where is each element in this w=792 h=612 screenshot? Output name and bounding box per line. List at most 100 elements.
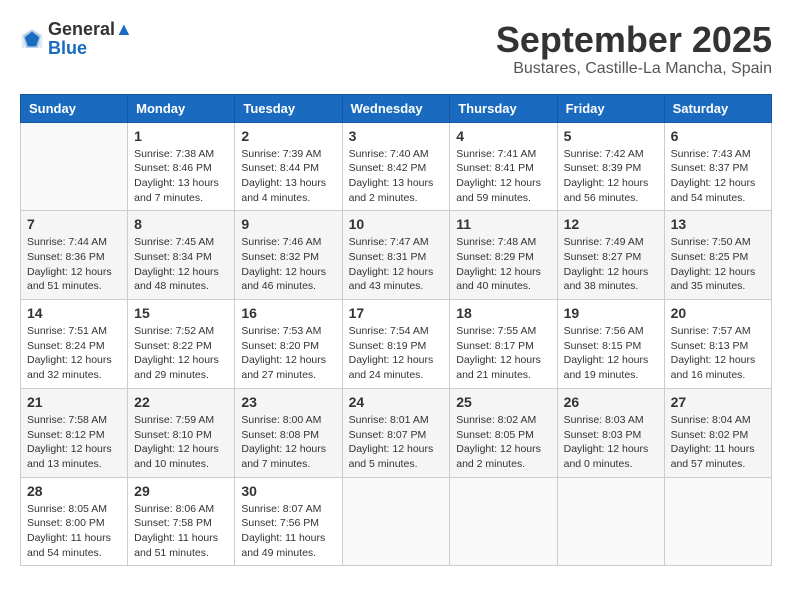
month-title: September 2025 <box>496 20 772 60</box>
day-number: 6 <box>671 128 765 144</box>
day-info: Sunrise: 8:04 AM Sunset: 8:02 PM Dayligh… <box>671 413 765 472</box>
table-row: 27 Sunrise: 8:04 AM Sunset: 8:02 PM Dayli… <box>664 388 771 477</box>
day-number: 7 <box>27 216 121 232</box>
day-number: 5 <box>564 128 658 144</box>
table-row: 12 Sunrise: 7:49 AM Sunset: 8:27 PM Dayli… <box>557 211 664 300</box>
table-row <box>342 477 450 566</box>
logo: General▲ Blue <box>20 20 133 59</box>
calendar-header-row: Sunday Monday Tuesday Wednesday Thursday… <box>21 94 772 122</box>
day-info: Sunrise: 7:58 AM Sunset: 8:12 PM Dayligh… <box>27 413 121 472</box>
calendar-week-row: 7 Sunrise: 7:44 AM Sunset: 8:36 PM Daylig… <box>21 211 772 300</box>
logo-text-block: General▲ Blue <box>48 20 133 59</box>
col-friday: Friday <box>557 94 664 122</box>
table-row: 10 Sunrise: 7:47 AM Sunset: 8:31 PM Dayli… <box>342 211 450 300</box>
table-row: 17Sunrise: 7:54 AM Sunset: 8:19 PM Dayli… <box>342 300 450 389</box>
table-row: 11 Sunrise: 7:48 AM Sunset: 8:29 PM Dayli… <box>450 211 557 300</box>
table-row: 24 Sunrise: 8:01 AM Sunset: 8:07 PM Dayli… <box>342 388 450 477</box>
location-subtitle: Bustares, Castille-La Mancha, Spain <box>496 60 772 78</box>
day-info: Sunrise: 7:42 AM Sunset: 8:39 PM Dayligh… <box>564 147 658 206</box>
col-wednesday: Wednesday <box>342 94 450 122</box>
day-number: 10 <box>349 216 444 232</box>
table-row <box>664 477 771 566</box>
day-info: Sunrise: 8:07 AM Sunset: 7:56 PM Dayligh… <box>241 502 335 561</box>
col-saturday: Saturday <box>664 94 771 122</box>
day-info: Sunrise: 7:49 AM Sunset: 8:27 PM Dayligh… <box>564 235 658 294</box>
day-number: 4 <box>456 128 550 144</box>
page-header: General▲ Blue September 2025 Bustares, C… <box>20 20 772 78</box>
calendar-week-row: 1Sunrise: 7:38 AM Sunset: 8:46 PM Daylig… <box>21 122 772 211</box>
day-info: Sunrise: 7:44 AM Sunset: 8:36 PM Dayligh… <box>27 235 121 294</box>
day-info: Sunrise: 7:47 AM Sunset: 8:31 PM Dayligh… <box>349 235 444 294</box>
day-number: 25 <box>456 394 550 410</box>
day-info: Sunrise: 7:53 AM Sunset: 8:20 PM Dayligh… <box>241 324 335 383</box>
table-row: 5 Sunrise: 7:42 AM Sunset: 8:39 PM Daylig… <box>557 122 664 211</box>
day-info: Sunrise: 7:51 AM Sunset: 8:24 PM Dayligh… <box>27 324 121 383</box>
day-info: Sunrise: 7:41 AM Sunset: 8:41 PM Dayligh… <box>456 147 550 206</box>
logo-general: General <box>48 19 115 39</box>
day-info: Sunrise: 7:46 AM Sunset: 8:32 PM Dayligh… <box>241 235 335 294</box>
day-number: 15 <box>134 305 228 321</box>
table-row: 18 Sunrise: 7:55 AM Sunset: 8:17 PM Dayli… <box>450 300 557 389</box>
table-row: 2Sunrise: 7:39 AM Sunset: 8:44 PM Daylig… <box>235 122 342 211</box>
day-info: Sunrise: 7:55 AM Sunset: 8:17 PM Dayligh… <box>456 324 550 383</box>
col-thursday: Thursday <box>450 94 557 122</box>
day-number: 30 <box>241 483 335 499</box>
table-row: 16 Sunrise: 7:53 AM Sunset: 8:20 PM Dayli… <box>235 300 342 389</box>
table-row: 23Sunrise: 8:00 AM Sunset: 8:08 PM Dayli… <box>235 388 342 477</box>
day-number: 11 <box>456 216 550 232</box>
table-row: 3 Sunrise: 7:40 AM Sunset: 8:42 PM Daylig… <box>342 122 450 211</box>
table-row <box>21 122 128 211</box>
logo-icon <box>20 27 44 51</box>
day-number: 9 <box>241 216 335 232</box>
col-monday: Monday <box>128 94 235 122</box>
day-number: 27 <box>671 394 765 410</box>
day-info: Sunrise: 8:02 AM Sunset: 8:05 PM Dayligh… <box>456 413 550 472</box>
table-row: 4 Sunrise: 7:41 AM Sunset: 8:41 PM Daylig… <box>450 122 557 211</box>
calendar-week-row: 28Sunrise: 8:05 AM Sunset: 8:00 PM Dayli… <box>21 477 772 566</box>
table-row: 26Sunrise: 8:03 AM Sunset: 8:03 PM Dayli… <box>557 388 664 477</box>
calendar-week-row: 21Sunrise: 7:58 AM Sunset: 8:12 PM Dayli… <box>21 388 772 477</box>
table-row: 13Sunrise: 7:50 AM Sunset: 8:25 PM Dayli… <box>664 211 771 300</box>
table-row: 15 Sunrise: 7:52 AM Sunset: 8:22 PM Dayli… <box>128 300 235 389</box>
day-number: 17 <box>349 305 444 321</box>
day-info: Sunrise: 8:06 AM Sunset: 7:58 PM Dayligh… <box>134 502 228 561</box>
table-row: 28Sunrise: 8:05 AM Sunset: 8:00 PM Dayli… <box>21 477 128 566</box>
day-number: 22 <box>134 394 228 410</box>
day-number: 18 <box>456 305 550 321</box>
table-row: 21Sunrise: 7:58 AM Sunset: 8:12 PM Dayli… <box>21 388 128 477</box>
day-info: Sunrise: 7:38 AM Sunset: 8:46 PM Dayligh… <box>134 147 228 206</box>
day-info: Sunrise: 7:45 AM Sunset: 8:34 PM Dayligh… <box>134 235 228 294</box>
day-info: Sunrise: 7:43 AM Sunset: 8:37 PM Dayligh… <box>671 147 765 206</box>
day-info: Sunrise: 7:57 AM Sunset: 8:13 PM Dayligh… <box>671 324 765 383</box>
logo-blue: Blue <box>48 38 133 59</box>
table-row: 29Sunrise: 8:06 AM Sunset: 7:58 PM Dayli… <box>128 477 235 566</box>
day-number: 16 <box>241 305 335 321</box>
day-info: Sunrise: 7:52 AM Sunset: 8:22 PM Dayligh… <box>134 324 228 383</box>
table-row: 20 Sunrise: 7:57 AM Sunset: 8:13 PM Dayli… <box>664 300 771 389</box>
day-number: 12 <box>564 216 658 232</box>
day-number: 24 <box>349 394 444 410</box>
day-number: 2 <box>241 128 335 144</box>
table-row: 25 Sunrise: 8:02 AM Sunset: 8:05 PM Dayli… <box>450 388 557 477</box>
day-info: Sunrise: 8:05 AM Sunset: 8:00 PM Dayligh… <box>27 502 121 561</box>
table-row: 8 Sunrise: 7:45 AM Sunset: 8:34 PM Daylig… <box>128 211 235 300</box>
col-tuesday: Tuesday <box>235 94 342 122</box>
day-number: 3 <box>349 128 444 144</box>
table-row: 6 Sunrise: 7:43 AM Sunset: 8:37 PM Daylig… <box>664 122 771 211</box>
day-number: 20 <box>671 305 765 321</box>
day-number: 14 <box>27 305 121 321</box>
table-row: 14 Sunrise: 7:51 AM Sunset: 8:24 PM Dayli… <box>21 300 128 389</box>
day-info: Sunrise: 8:00 AM Sunset: 8:08 PM Dayligh… <box>241 413 335 472</box>
day-number: 13 <box>671 216 765 232</box>
day-number: 8 <box>134 216 228 232</box>
table-row <box>450 477 557 566</box>
day-info: Sunrise: 7:48 AM Sunset: 8:29 PM Dayligh… <box>456 235 550 294</box>
table-row: 1Sunrise: 7:38 AM Sunset: 8:46 PM Daylig… <box>128 122 235 211</box>
table-row: 19Sunrise: 7:56 AM Sunset: 8:15 PM Dayli… <box>557 300 664 389</box>
table-row: 30 Sunrise: 8:07 AM Sunset: 7:56 PM Dayli… <box>235 477 342 566</box>
table-row: 22Sunrise: 7:59 AM Sunset: 8:10 PM Dayli… <box>128 388 235 477</box>
day-info: Sunrise: 8:01 AM Sunset: 8:07 PM Dayligh… <box>349 413 444 472</box>
day-info: Sunrise: 7:40 AM Sunset: 8:42 PM Dayligh… <box>349 147 444 206</box>
day-info: Sunrise: 8:03 AM Sunset: 8:03 PM Dayligh… <box>564 413 658 472</box>
table-row: 7 Sunrise: 7:44 AM Sunset: 8:36 PM Daylig… <box>21 211 128 300</box>
